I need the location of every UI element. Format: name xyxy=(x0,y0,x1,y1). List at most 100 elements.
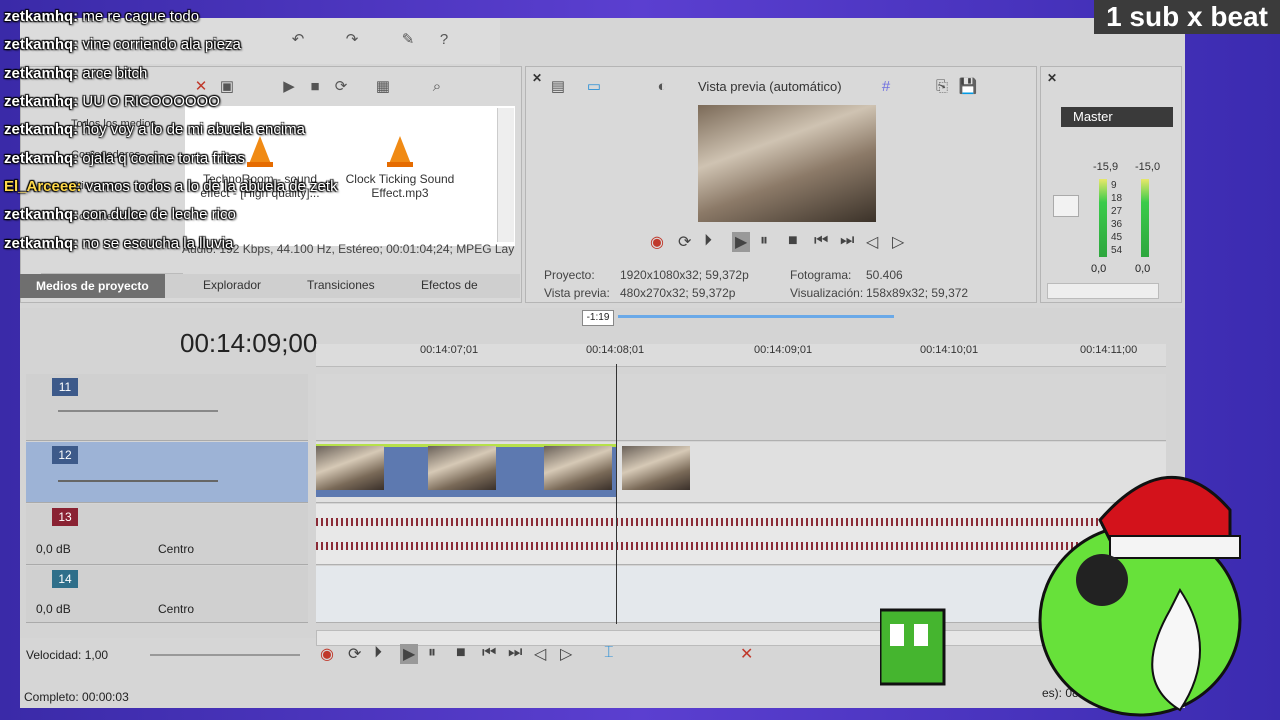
chat-message: zetkamhq: con dulce de leche rico xyxy=(4,206,236,223)
prev-frame-icon[interactable]: ◁ xyxy=(866,232,878,252)
preview-mode-select[interactable]: Vista previa (automático) xyxy=(698,79,842,94)
view-grid-icon[interactable]: ▦ xyxy=(373,77,393,97)
tab-project-media[interactable]: Medios de proyecto xyxy=(20,274,165,298)
media-scrollbar[interactable] xyxy=(497,108,514,242)
preview-transport: ◉ ⟳ ⏵ ▶ ⏸ ■ ⏮ ⏭ ◁ ▷ xyxy=(650,232,920,252)
preview-info: Proyecto: 1920x1080x32; 59,372p Vista pr… xyxy=(544,268,969,300)
track-lane-11[interactable] xyxy=(316,374,1166,441)
next-marker-icon[interactable]: ⏭ xyxy=(508,644,522,662)
record-icon[interactable]: ◉ xyxy=(320,644,334,664)
video-preview-frame xyxy=(698,105,876,222)
save-snapshot-icon[interactable]: 💾 xyxy=(958,77,978,97)
overlay-grid-icon[interactable]: # xyxy=(876,77,896,97)
next-frame-icon[interactable]: ▷ xyxy=(892,232,904,252)
meter-scale: 9 18 27 36 45 54 xyxy=(1111,180,1123,256)
record-icon[interactable]: ◉ xyxy=(650,232,664,252)
close-icon[interactable]: ✕ xyxy=(1047,71,1057,85)
brush-icon[interactable]: ✎ xyxy=(398,30,418,50)
sub-goal-badge: 1 sub x beat xyxy=(1094,0,1280,34)
mascot-eye xyxy=(890,624,904,646)
track-volume: 0,0 dB xyxy=(36,602,71,616)
next-frame-icon[interactable]: ▷ xyxy=(560,644,572,664)
pause-icon[interactable]: ⏸ xyxy=(428,644,436,662)
master-bus-panel: ✕ Master -15,9 -15,0 9 18 27 36 45 54 0,0 0,… xyxy=(1040,66,1182,303)
track-header-13[interactable]: 13 0,0 dB Centro xyxy=(26,504,308,565)
timecode-display: 00:14:09;00 xyxy=(180,328,318,358)
media-item[interactable]: Clock Ticking Sound Effect.mp3 xyxy=(330,136,470,200)
explorer-tabs: Medios de proyecto Explorador Transicion… xyxy=(20,274,520,298)
vlc-cone-icon xyxy=(247,136,273,167)
play-icon[interactable]: ▶ xyxy=(732,232,751,252)
playback-speed: Velocidad: 1,00 xyxy=(26,648,109,662)
autoplay-icon[interactable]: ⟳ xyxy=(331,77,351,97)
track-pan: Centro xyxy=(158,602,195,616)
copy-snapshot-icon[interactable]: ⎘ xyxy=(932,77,952,97)
streamer-avatar xyxy=(880,476,1242,717)
master-scrollbar[interactable] xyxy=(1047,283,1159,299)
edit-tool-icon[interactable]: ⌶ xyxy=(604,644,614,662)
video-thumbnail xyxy=(622,446,690,490)
track-header-12[interactable]: 12 xyxy=(26,442,308,503)
opacity-slider[interactable] xyxy=(58,410,218,412)
delete-icon[interactable]: ✕ xyxy=(740,644,753,664)
undo-icon[interactable]: ↶ xyxy=(288,30,308,50)
help-pointer-icon[interactable]: ? xyxy=(434,30,454,50)
speed-slider[interactable] xyxy=(150,654,300,656)
master-title: Master xyxy=(1061,107,1173,127)
loop-region-length: -1:19 xyxy=(582,310,614,326)
next-marker-icon[interactable]: ⏭ xyxy=(840,232,854,250)
preview-properties-icon[interactable]: ▤ xyxy=(548,77,568,97)
play-icon[interactable]: ▶ xyxy=(279,77,299,97)
loop-icon[interactable]: ⟳ xyxy=(678,232,691,252)
prev-frame-icon[interactable]: ◁ xyxy=(534,644,546,664)
stop-icon[interactable]: ■ xyxy=(456,644,466,662)
stop-icon[interactable]: ■ xyxy=(305,77,325,97)
santa-hat-brim xyxy=(1109,535,1241,559)
chat-message: zetkamhq: no se escucha la lluvia xyxy=(4,235,234,252)
track-header-14[interactable]: 14 0,0 dB Centro xyxy=(26,566,308,623)
color-icon[interactable]: ◐ xyxy=(652,77,672,97)
prev-marker-icon[interactable]: ⏮ xyxy=(482,644,496,662)
close-icon[interactable]: ✕ xyxy=(532,71,542,85)
chat-message: zetkamhq: vine corriendo ala pieza xyxy=(4,36,241,53)
properties-icon[interactable]: ▣ xyxy=(217,77,237,97)
chat-message: zetkamhq: UU O RICOOOOOO xyxy=(4,93,220,110)
headphone-icon xyxy=(1076,554,1128,606)
chat-message: zetkamhq: hoy voy a lo de mi abuela enci… xyxy=(4,121,305,138)
master-peak-right: -15,0 xyxy=(1135,161,1161,173)
master-fader[interactable] xyxy=(1053,195,1079,217)
mascot-eye xyxy=(914,624,928,646)
small-mascot xyxy=(880,608,946,686)
track-pan: Centro xyxy=(158,542,195,556)
chat-message: zetkamhq: me re cague todo xyxy=(4,8,200,25)
playhead-cursor[interactable] xyxy=(616,364,617,624)
tab-effects[interactable]: Efectos de xyxy=(421,278,478,292)
redo-icon[interactable]: ↷ xyxy=(342,30,362,50)
pause-icon[interactable]: ⏸ xyxy=(760,232,768,250)
chat-message: zetkamhq: ojala q cocine torta fritas xyxy=(4,150,245,167)
loop-icon[interactable]: ⟳ xyxy=(348,644,361,664)
tab-explorer[interactable]: Explorador xyxy=(203,278,261,292)
render-status: Completo: 00:00:03 xyxy=(24,690,129,704)
play-from-start-icon[interactable]: ⏵ xyxy=(374,644,382,662)
external-monitor-icon[interactable]: ▭ xyxy=(584,77,604,97)
vlc-cone-icon xyxy=(387,136,413,167)
video-thumbnail xyxy=(316,446,384,490)
master-meter-left xyxy=(1099,179,1107,257)
video-thumbnail xyxy=(544,446,612,490)
tab-transitions[interactable]: Transiciones xyxy=(307,278,375,292)
prev-marker-icon[interactable]: ⏮ xyxy=(814,232,828,250)
search-icon[interactable]: ⌕ xyxy=(427,77,447,97)
video-thumbnail xyxy=(428,446,496,490)
opacity-slider[interactable] xyxy=(58,480,218,482)
stop-icon[interactable]: ■ xyxy=(788,232,798,250)
track-header-11[interactable]: 11 xyxy=(26,374,308,441)
santa-hat-icon xyxy=(1098,476,1232,542)
play-icon[interactable]: ▶ xyxy=(400,644,419,664)
loop-region-bar[interactable] xyxy=(618,315,894,318)
time-ruler[interactable]: 00:14:07;01 00:14:08;01 00:14:09;01 00:1… xyxy=(316,344,1166,367)
master-peak-left: -15,9 xyxy=(1093,161,1119,173)
chat-message: zetkamhq: arce bitch xyxy=(4,65,148,82)
master-meter-right xyxy=(1141,179,1149,257)
play-from-start-icon[interactable]: ⏵ xyxy=(704,232,712,250)
